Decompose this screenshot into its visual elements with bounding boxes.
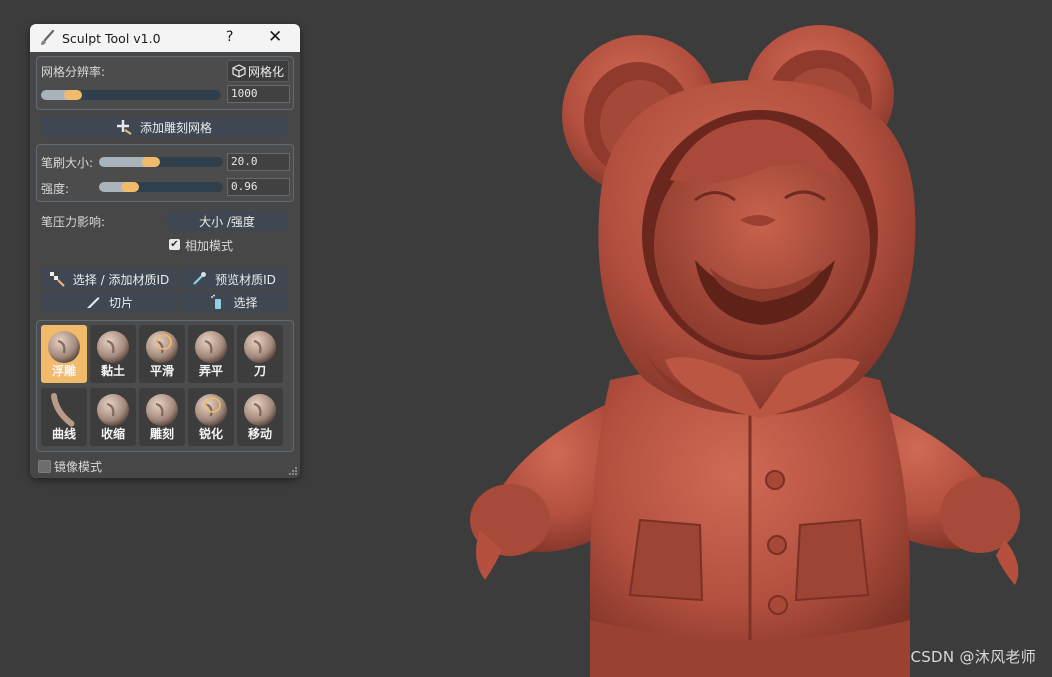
brush-pinch[interactable]: 收缩 [90,388,136,446]
pen-pressure-value: 大小 /强度 [199,214,255,229]
strength-input[interactable]: 0.96 [227,178,290,196]
select-button[interactable]: 选择 [180,292,287,312]
pen-pressure-dropdown[interactable]: 大小 /强度 [167,211,287,231]
eyedropper-icon [193,272,207,285]
brush-label: 浮雕 [51,364,76,378]
pen-pressure-label: 笔压力影响: [41,215,106,229]
slider-handle[interactable] [142,157,161,167]
brush-app-icon [41,29,55,45]
add-sculpt-mesh-button[interactable]: 添加雕刻网格 [41,117,287,137]
brush-label: 收缩 [100,427,125,441]
help-button[interactable]: ? [226,29,233,45]
brush-label: 平滑 [149,364,174,378]
select-label: 选择 [233,295,258,310]
mesh-resolution-slider[interactable] [41,90,221,100]
additive-mode-checkbox[interactable]: ✔ [169,239,180,250]
brush-label: 弄平 [198,364,223,378]
slider-handle[interactable] [64,90,83,100]
brush-size-slider[interactable] [99,157,223,167]
select-add-material-id-button[interactable]: 选择 / 添加材质ID [41,269,177,289]
remesh-button[interactable]: 网格化 [227,60,290,82]
brush-knife[interactable]: 刀 [237,325,283,383]
brush-label: 锐化 [198,427,223,441]
brush-move[interactable]: 移动 [237,388,283,446]
add-mesh-icon [116,120,132,135]
brush-label: 刀 [253,364,266,378]
brush-label: 曲线 [51,427,76,441]
brush-clay[interactable]: 黏土 [90,325,136,383]
strength-slider[interactable] [99,182,223,192]
clay-brush-icon [97,331,129,363]
face [642,110,878,360]
sculpted-bear-hood-model [470,25,1020,677]
spray-select-icon [211,294,222,309]
carve-brush-icon [146,394,178,426]
strength-label: 强度: [41,182,70,196]
knife-brush-icon [244,331,276,363]
brush-palette: 浮雕 黏土 平滑 弄平 刀曲线 收缩 雕刻 锐化 移动 [36,320,294,452]
slice-button[interactable]: 切片 [41,292,177,312]
select-add-material-id-label: 选择 / 添加材质ID [72,272,170,287]
window-titlebar[interactable]: Sculpt Tool v1.0 ? ✕ [30,24,300,52]
brush-label: 移动 [247,427,272,441]
check-icon: ✔ [170,239,179,250]
brush-sharpen[interactable]: 锐化 [188,388,234,446]
knife-icon [86,297,100,308]
checker-wand-icon [49,272,65,287]
cube-icon [232,64,246,78]
brush-carve[interactable]: 雕刻 [139,388,185,446]
mesh-resolution-label: 网格分辨率: [41,65,106,79]
brush-relief[interactable]: 浮雕 [41,325,87,383]
sharpen-brush-icon [195,394,227,426]
pinch-brush-icon [97,394,129,426]
preview-material-id-label: 预览材质ID [215,272,276,287]
mesh-resolution-group: 网格分辨率: 网格化 1000 [36,56,294,110]
brush-curve[interactable]: 曲线 [41,388,87,446]
slider-handle[interactable] [121,182,139,192]
brush-size-input[interactable]: 20.0 [227,153,290,171]
mirror-mode-label: 镜像模式 [54,460,103,474]
brush-size-label: 笔刷大小: [41,156,94,170]
brush-smooth[interactable]: 平滑 [139,325,185,383]
sculpt-tool-window: Sculpt Tool v1.0 ? ✕ 网格分辨率: 网格化 1000 添加雕… [30,24,300,478]
mesh-resolution-input[interactable]: 1000 [227,85,290,103]
slice-label: 切片 [108,295,133,310]
brush-label: 雕刻 [149,427,174,441]
add-sculpt-mesh-label: 添加雕刻网格 [139,120,212,135]
watermark-text: CSDN @沐风老师 [910,648,1036,666]
relief-brush-icon [48,331,80,363]
preview-material-id-button[interactable]: 预览材质ID [180,269,287,289]
additive-mode-label: 相加模式 [185,239,234,253]
brush-flatten[interactable]: 弄平 [188,325,234,383]
flatten-brush-icon [195,331,227,363]
brush-label: 黏土 [100,364,125,378]
move-brush-icon [244,394,276,426]
mirror-mode-checkbox[interactable] [38,460,51,473]
close-button[interactable]: ✕ [268,27,282,47]
curve-brush-icon [51,393,75,427]
window-title: Sculpt Tool v1.0 [62,30,161,46]
brush-settings-group: 笔刷大小: 20.0 强度: 0.96 [36,144,294,202]
resize-grip-icon[interactable] [289,467,297,475]
remesh-label: 网格化 [248,64,285,79]
smooth-brush-icon [146,331,178,363]
